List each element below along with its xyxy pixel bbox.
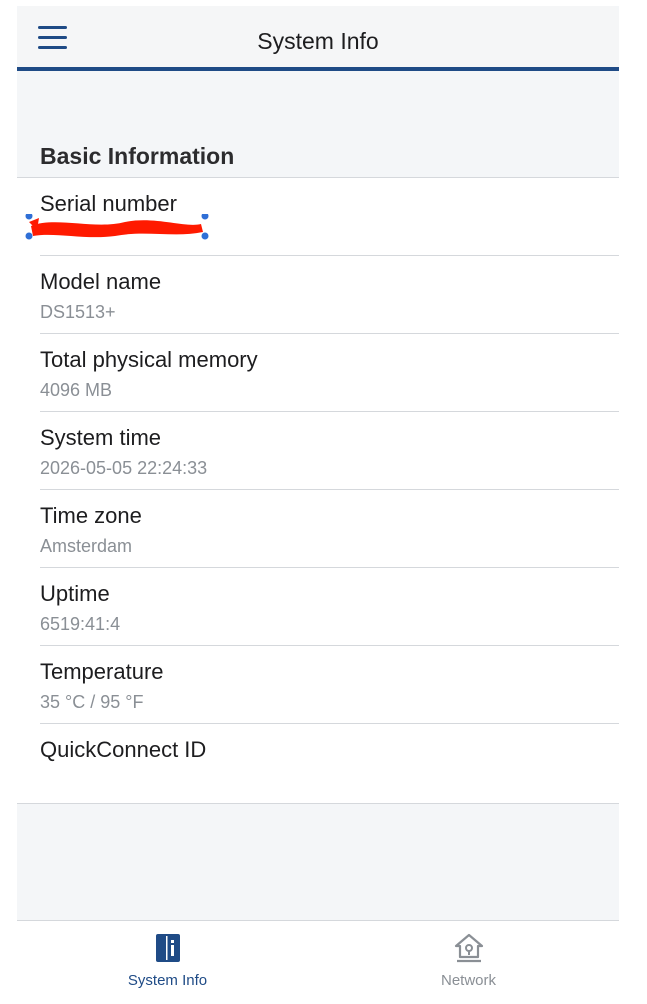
row-label: System time: [40, 425, 162, 450]
row-value: 4096 MB: [40, 380, 113, 400]
list-item-quickconnect-id[interactable]: QuickConnect ID: [17, 724, 619, 802]
selection-handle-icon[interactable]: [201, 214, 209, 220]
tab-network[interactable]: Network: [318, 921, 619, 1004]
row-value: 6519:41:4: [40, 614, 121, 634]
row-label: Time zone: [40, 503, 142, 528]
network-house-icon: [454, 933, 483, 963]
selection-handle-icon[interactable]: [25, 214, 33, 220]
list-item-time-zone[interactable]: Time zone Amsterdam: [17, 490, 619, 568]
tab-system-info[interactable]: System Info: [17, 921, 318, 1004]
row-value: 2026-05-05 22:24:33: [40, 458, 208, 478]
tab-label: Network: [440, 972, 496, 989]
tab-label: System Info: [127, 972, 208, 989]
row-value: 35 °C / 95 °F: [40, 692, 144, 712]
info-list: Serial number Model name DS1513+ Total p…: [17, 177, 619, 804]
app-screen: System Info Basic Information Serial num…: [17, 6, 619, 1004]
row-label: Temperature: [40, 659, 164, 684]
list-item-uptime[interactable]: Uptime 6519:41:4: [17, 568, 619, 646]
redaction-scribble: [25, 214, 209, 240]
selection-handle-icon[interactable]: [25, 232, 33, 240]
row-value: Amsterdam: [40, 536, 133, 556]
system-info-icon: [155, 934, 180, 962]
top-bar: System Info: [17, 6, 619, 71]
section-title: Basic Information: [40, 143, 235, 169]
list-item-system-time[interactable]: System time 2026-05-05 22:24:33: [17, 412, 619, 490]
list-item-total-physical-memory[interactable]: Total physical memory 4096 MB: [17, 334, 619, 412]
list-item-serial-number[interactable]: Serial number: [17, 178, 619, 256]
list-item-temperature[interactable]: Temperature 35 °C / 95 °F: [17, 646, 619, 724]
row-label: Total physical memory: [40, 347, 258, 372]
bottom-tab-bar: System Info Network: [17, 920, 619, 1004]
list-item-model-name[interactable]: Model name DS1513+: [17, 256, 619, 334]
row-label: Model name: [40, 269, 162, 294]
row-value: DS1513+: [40, 302, 116, 322]
row-label: Uptime: [40, 581, 110, 606]
row-label: QuickConnect ID: [40, 737, 207, 762]
selection-handle-icon[interactable]: [201, 232, 209, 240]
page-title: System Info: [257, 28, 379, 54]
